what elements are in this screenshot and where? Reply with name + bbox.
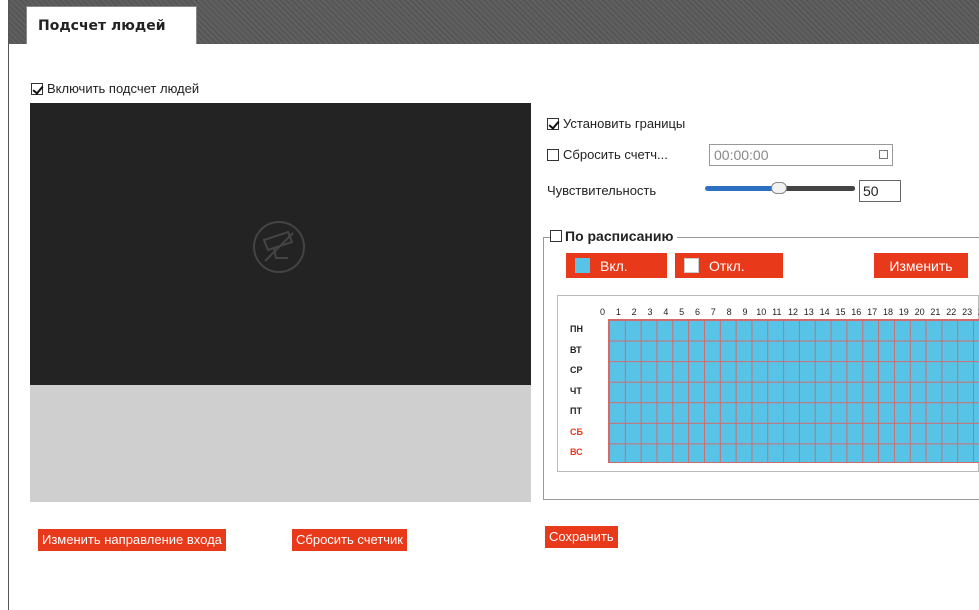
schedule-hour-label: 7 xyxy=(710,307,716,317)
left-frame-border xyxy=(8,0,9,610)
clock-icon[interactable] xyxy=(879,150,888,159)
reset-time-input[interactable]: 00:00:00 xyxy=(709,144,893,166)
set-bounds-checkbox[interactable] xyxy=(547,117,559,130)
schedule-day-label: ВТ xyxy=(570,344,582,355)
schedule-hour-label: 9 xyxy=(742,307,748,317)
schedule-off-label: Откл. xyxy=(709,257,745,274)
schedule-hour-label: 11 xyxy=(772,307,782,317)
schedule-hour-label: 1 xyxy=(615,307,621,317)
schedule-hour-label: 0 xyxy=(600,307,606,317)
schedule-table[interactable]: 0123456789101112131415161718192021222324… xyxy=(557,295,979,472)
off-swatch-icon xyxy=(684,258,699,273)
schedule-day-label: ВС xyxy=(570,447,583,458)
change-direction-button[interactable]: Изменить направление входа xyxy=(38,529,226,551)
schedule-hour-label: 18 xyxy=(882,307,893,317)
on-swatch-icon xyxy=(575,258,590,273)
save-button[interactable]: Сохранить xyxy=(545,526,618,548)
schedule-hour-label: 4 xyxy=(663,307,669,317)
schedule-edit-label: Изменить xyxy=(889,257,953,274)
schedule-hour-label: 6 xyxy=(694,307,700,317)
schedule-hour-label: 15 xyxy=(835,307,846,317)
video-preview[interactable] xyxy=(30,103,531,502)
schedule-label: По расписанию xyxy=(565,228,674,244)
schedule-day-label: ПН xyxy=(570,324,583,334)
enable-counting-checkbox[interactable] xyxy=(31,82,43,95)
schedule-hour-label: 8 xyxy=(726,307,732,317)
enable-counting-label: Включить подсчет людей xyxy=(47,81,200,96)
sensitivity-slider-handle[interactable] xyxy=(771,182,787,194)
tab-bar: Подсчет людей xyxy=(9,0,979,44)
schedule-hour-label: 10 xyxy=(756,307,767,317)
reset-counter-row[interactable]: Сбросить счетч... xyxy=(547,147,668,162)
reset-time-value: 00:00:00 xyxy=(714,147,769,163)
sensitivity-label: Чувствительность xyxy=(547,183,657,198)
schedule-off-button[interactable]: Откл. xyxy=(675,253,783,278)
schedule-hour-label: 19 xyxy=(898,307,909,317)
schedule-day-label: СР xyxy=(570,365,583,376)
schedule-grid[interactable] xyxy=(608,319,979,463)
tab-people-counting[interactable]: Подсчет людей xyxy=(26,6,197,44)
schedule-hour-label: 20 xyxy=(914,307,925,317)
schedule-on-label: Вкл. xyxy=(600,257,628,274)
tab-label: Подсчет людей xyxy=(38,18,166,34)
enable-counting-row[interactable]: Включить подсчет людей xyxy=(31,81,199,96)
schedule-on-button[interactable]: Вкл. xyxy=(566,253,667,278)
schedule-legend[interactable]: По расписанию xyxy=(550,228,678,244)
reset-counter-checkbox[interactable] xyxy=(547,148,559,161)
schedule-hour-label: 3 xyxy=(647,307,653,317)
schedule-hour-label: 13 xyxy=(803,307,814,317)
schedule-hour-label: 2 xyxy=(631,307,637,317)
sensitivity-value: 50 xyxy=(863,183,879,199)
schedule-edit-button[interactable]: Изменить xyxy=(874,253,968,278)
reset-counter-button[interactable]: Сбросить счетчик xyxy=(292,529,407,551)
schedule-hour-label: 23 xyxy=(962,307,973,317)
schedule-hour-label: 16 xyxy=(851,307,862,317)
sensitivity-row: Чувствительность xyxy=(547,183,656,198)
set-bounds-label: Установить границы xyxy=(563,116,686,131)
schedule-hour-label: 5 xyxy=(679,307,685,317)
schedule-hour-label: 17 xyxy=(867,307,878,317)
sensitivity-slider-rest[interactable] xyxy=(780,186,855,191)
video-frame xyxy=(30,103,531,385)
reset-counter-label: Сбросить счетч... xyxy=(563,147,668,162)
sensitivity-input[interactable]: 50 xyxy=(859,180,901,202)
camera-off-icon xyxy=(253,221,305,273)
schedule-hour-label: 22 xyxy=(946,307,957,317)
schedule-hour-label: 21 xyxy=(930,307,941,317)
schedule-checkbox[interactable] xyxy=(550,230,562,242)
schedule-hour-label: 12 xyxy=(787,307,798,317)
schedule-day-label: ПТ xyxy=(570,406,582,417)
schedule-day-label: СБ xyxy=(570,426,583,437)
set-bounds-row[interactable]: Установить границы xyxy=(547,116,685,131)
schedule-hour-label: 14 xyxy=(819,307,830,317)
schedule-day-label: ЧТ xyxy=(570,385,582,396)
